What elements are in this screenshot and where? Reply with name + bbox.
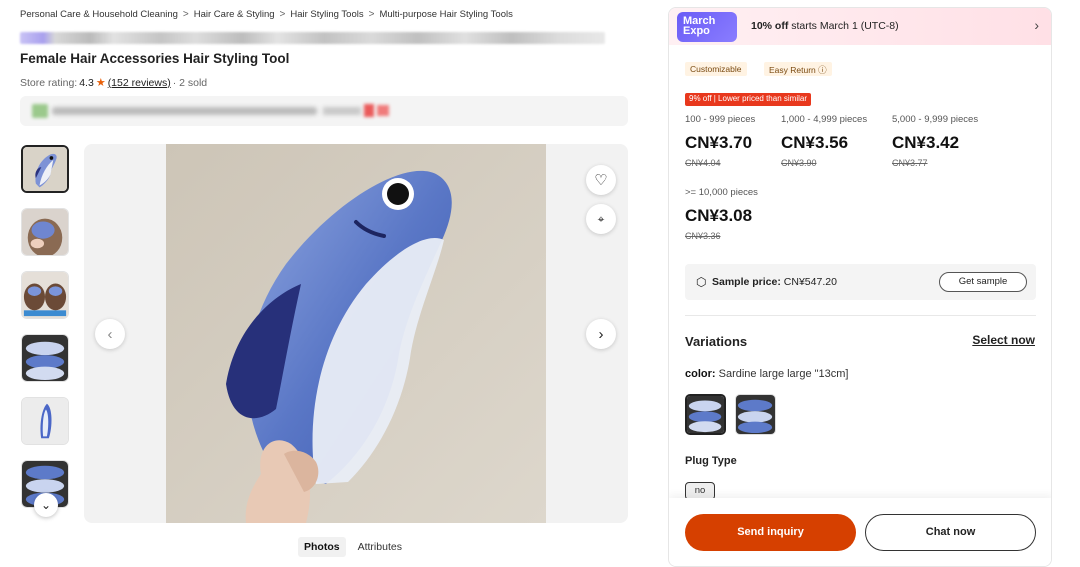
get-sample-button[interactable]: Get sample [939,272,1027,292]
chevron-down-icon[interactable]: ⌄ [34,493,58,517]
chat-now-button[interactable]: Chat now [865,514,1036,551]
easy-return-badge[interactable]: Easy Return ⓘ [764,62,832,76]
breadcrumb: Personal Care & Household Cleaning > Hai… [20,9,513,20]
march-expo-logo: March Expo [677,12,737,42]
variations-title: Variations [685,334,748,349]
breadcrumb-separator: > [279,9,286,20]
plug-type-title: Plug Type [685,455,737,467]
chevron-right-icon[interactable]: › [1034,17,1039,33]
image-search-icon[interactable]: ⌖ [586,204,616,234]
breadcrumb-link-hair-styling-tools[interactable]: Hair Styling Tools [290,9,363,20]
breadcrumb-separator: > [368,9,375,20]
select-now-link[interactable]: Select now [972,333,1035,347]
blurred-store-info [20,96,628,126]
rating-label: Store rating: [20,76,78,89]
send-inquiry-button[interactable]: Send inquiry [685,514,856,551]
color-swatch-2[interactable] [735,394,776,435]
thumbnail-list [21,145,69,523]
thumbnail-4[interactable] [21,334,69,382]
action-footer: Send inquiry Chat now [669,498,1051,566]
tab-photos[interactable]: Photos [298,537,346,557]
price-tier: 5,000 - 9,999 pieces CN¥3.42 CN¥3.77 [892,114,979,168]
reviews-link[interactable]: (152 reviews) [108,77,171,89]
breadcrumb-link-personal-care[interactable]: Personal Care & Household Cleaning [20,9,178,20]
price-tier: >= 10,000 pieces CN¥3.08 CN¥3.36 [685,187,758,241]
breadcrumb-link-multi-purpose[interactable]: Multi-purpose Hair Styling Tools [379,9,512,20]
breadcrumb-separator: > [182,9,189,20]
blurred-subtitle [20,32,605,44]
price-tier: 1,000 - 4,999 pieces CN¥3.56 CN¥3.90 [781,114,868,168]
heart-icon[interactable]: ♡ [586,165,616,195]
customizable-badge: Customizable [685,62,747,76]
color-selection: color: Sardine large large "13cm] [685,368,849,380]
rating-value: 4.3 [79,76,94,89]
gallery-tabs: Photos Attributes [298,537,408,557]
sold-count: · 2 sold [172,76,208,89]
thumbnail-1[interactable] [21,145,69,193]
product-image [166,144,546,523]
product-title: Female Hair Accessories Hair Styling Too… [20,51,290,66]
sample-label: Sample price: [712,276,781,288]
thumbnail-3[interactable] [21,271,69,319]
chevron-left-icon[interactable]: ‹ [95,319,125,349]
purchase-panel: March Expo 10% off starts March 1 (UTC-8)… [668,7,1052,567]
thumbnail-5[interactable] [21,397,69,445]
main-image-area: ♡ ⌖ ‹ › [84,144,628,523]
sample-price-box: ⬡ Sample price: CN¥547.20 Get sample [685,264,1036,300]
star-icon: ★ [95,77,106,89]
color-swatch-1[interactable] [685,394,726,435]
promo-banner[interactable]: March Expo 10% off starts March 1 (UTC-8)… [669,8,1051,45]
sample-price: CN¥547.20 [783,276,837,288]
box-icon: ⬡ [696,275,707,289]
promo-text: 10% off starts March 1 (UTC-8) [751,20,899,32]
discount-badge: 9% off | Lower priced than similar [685,93,811,106]
thumbnail-2[interactable] [21,208,69,256]
tab-attributes[interactable]: Attributes [352,537,408,557]
chevron-right-icon[interactable]: › [586,319,616,349]
divider [685,315,1036,316]
store-rating: Store rating: 4.3 ★ (152 reviews) · 2 so… [20,76,208,90]
breadcrumb-link-hair-care[interactable]: Hair Care & Styling [194,9,275,20]
